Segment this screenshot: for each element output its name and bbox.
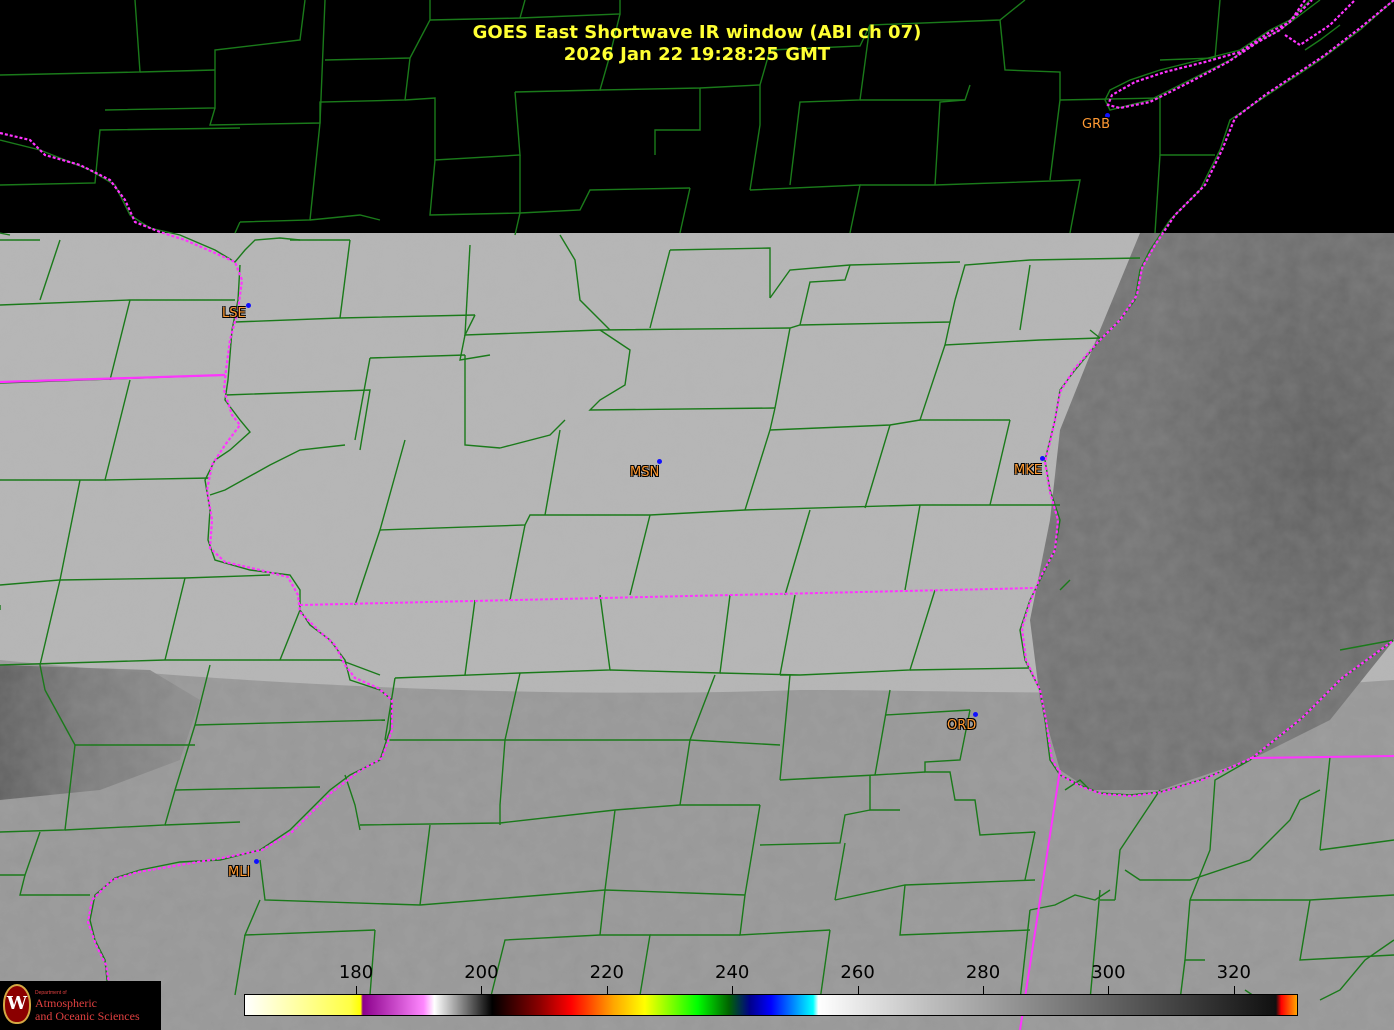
aos-logo: W Department of Atmospheric and Oceanic … (0, 981, 161, 1030)
temperature-colorbar (244, 994, 1298, 1016)
station-label-ord: ORD (947, 718, 977, 733)
station-label-grb: GRB (1082, 117, 1111, 132)
colorbar-tick-mark (606, 986, 608, 994)
colorbar-tick-320: 320 (1216, 962, 1251, 983)
map-timestamp: 2026 Jan 22 19:28:25 GMT (563, 44, 831, 65)
station-label-msn: MSN (630, 465, 660, 480)
colorbar-tick-mark (1108, 986, 1110, 994)
imagery-texture (0, 233, 1394, 1030)
station-marker-mke (1040, 456, 1045, 461)
colorbar-tick-mark (481, 986, 483, 994)
map-title: GOES East Shortwave IR window (ABI ch 07… (472, 22, 922, 43)
station-marker-mli (254, 859, 259, 864)
colorbar-tick-mark (732, 986, 734, 994)
colorbar-tick-220: 220 (589, 962, 624, 983)
station-label-lse: LSE (222, 306, 246, 321)
station-marker-msn (657, 459, 662, 464)
station-marker-ord (973, 712, 978, 717)
colorbar-tick-260: 260 (840, 962, 875, 983)
colorbar-tick-mark (356, 986, 357, 994)
colorbar-tick-180: 180 (338, 962, 374, 983)
uw-seal-icon: W (3, 984, 31, 1024)
station-label-mke: MKE (1014, 463, 1042, 478)
satellite-map (0, 0, 1394, 1030)
station-marker-lse (246, 303, 251, 308)
colorbar-tick-240: 240 (715, 962, 750, 983)
colorbar-tick-200: 200 (464, 962, 499, 983)
colorbar-tick-mark (1233, 986, 1235, 994)
colorbar-tick-300: 300 (1091, 962, 1126, 983)
colorbar-tick-mark (857, 986, 859, 994)
colorbar-tick-280: 280 (965, 962, 1001, 983)
station-label-mli: MLI (228, 865, 251, 880)
colorbar-tick-mark (983, 986, 984, 994)
logo-line-2: and Oceanic Sciences (35, 1009, 140, 1023)
